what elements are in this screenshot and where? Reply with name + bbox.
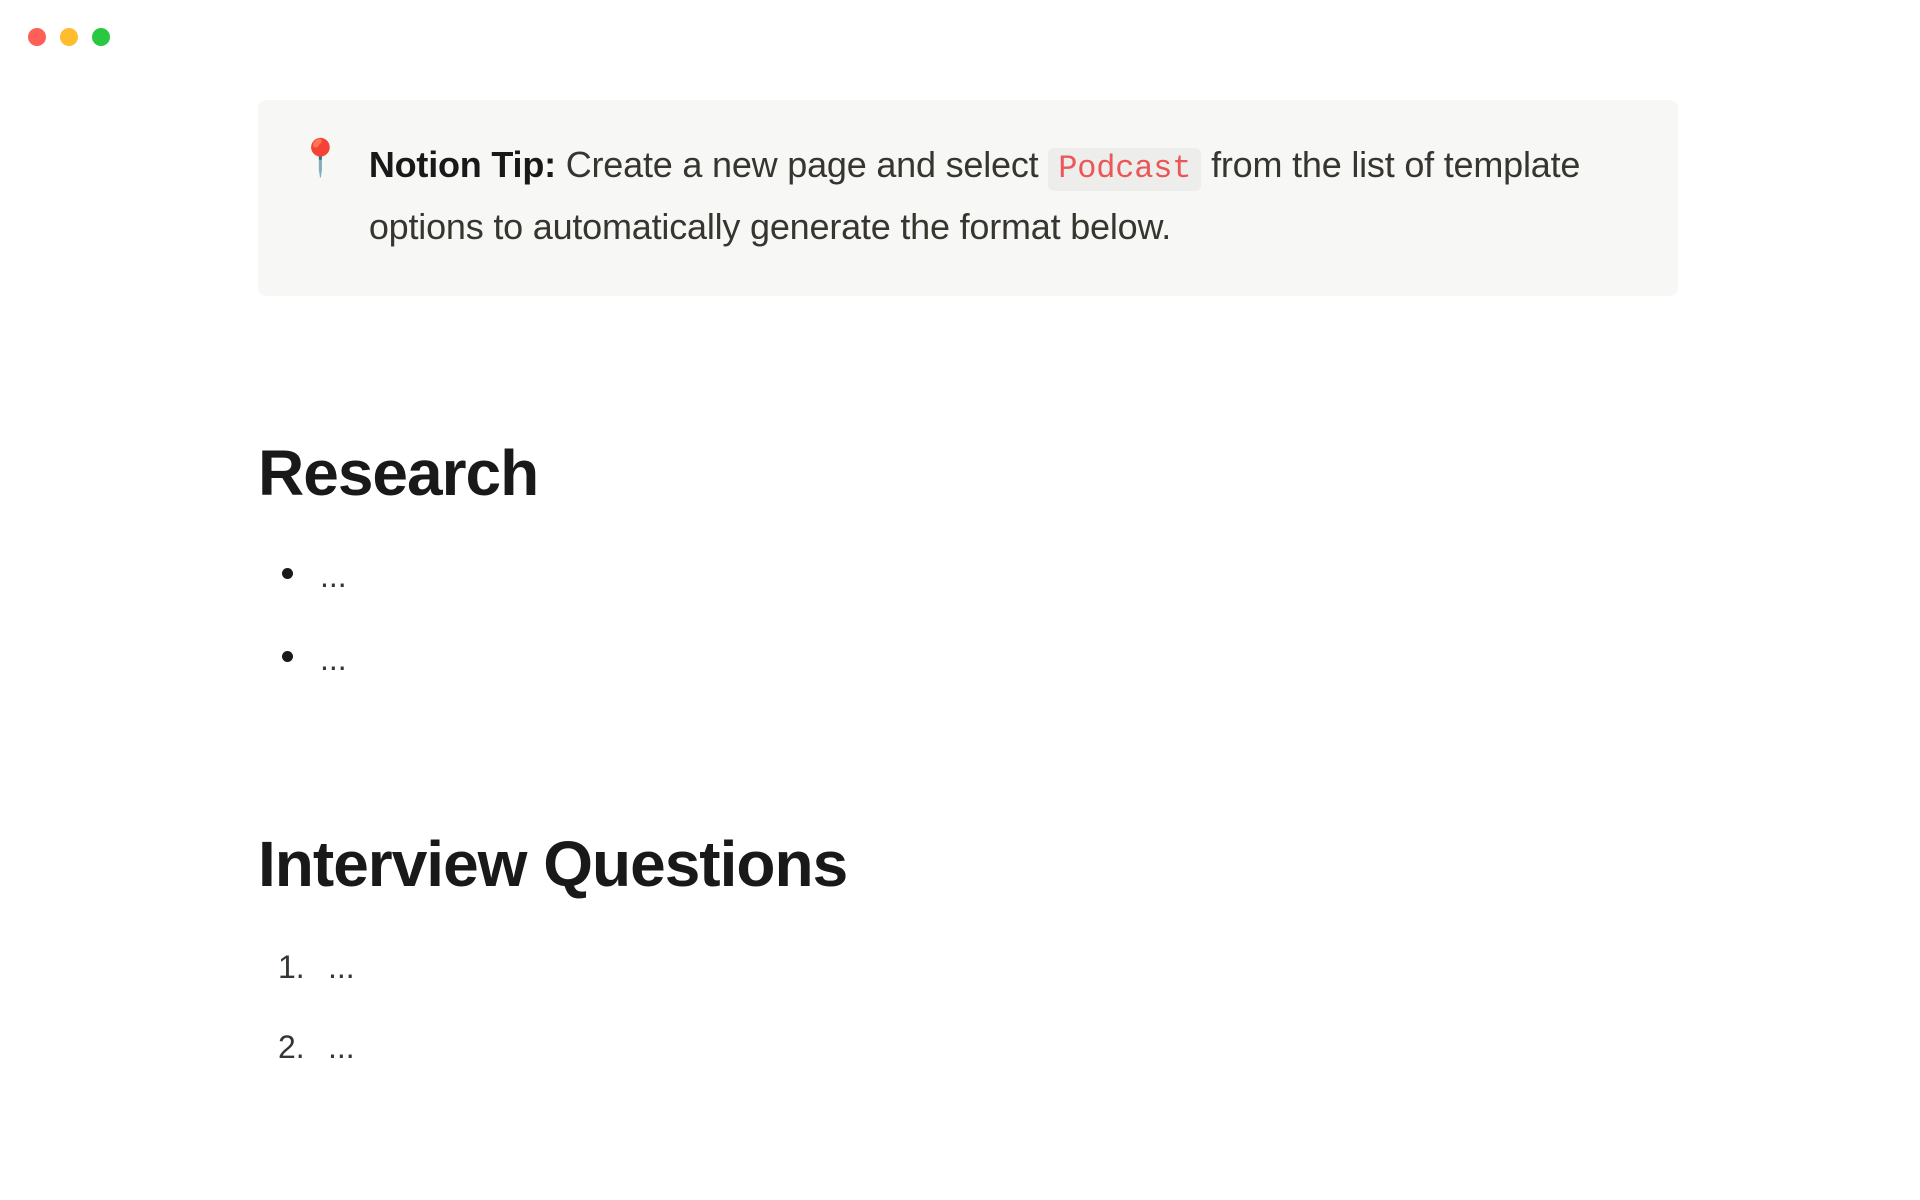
list-item[interactable]: ... — [278, 1025, 1678, 1070]
tip-callout-text: Notion Tip: Create a new page and select… — [369, 134, 1638, 258]
tip-text-before: Create a new page and select — [556, 144, 1048, 185]
document-body: 📍 Notion Tip: Create a new page and sele… — [258, 100, 1678, 1106]
tip-inline-code: Podcast — [1048, 148, 1201, 191]
list-item[interactable]: ... — [278, 637, 1678, 682]
interview-questions-list: ... ... — [258, 945, 1678, 1071]
window-minimize-icon[interactable] — [60, 28, 78, 46]
tip-label: Notion Tip: — [369, 144, 556, 185]
heading-interview-questions[interactable]: Interview Questions — [258, 827, 1678, 901]
heading-research[interactable]: Research — [258, 436, 1678, 510]
list-item[interactable]: ... — [278, 945, 1678, 990]
pin-icon: 📍 — [298, 136, 343, 179]
list-item[interactable]: ... — [278, 554, 1678, 599]
window-controls — [28, 28, 110, 46]
window-zoom-icon[interactable] — [92, 28, 110, 46]
window-close-icon[interactable] — [28, 28, 46, 46]
research-list: ... ... — [258, 554, 1678, 682]
tip-callout[interactable]: 📍 Notion Tip: Create a new page and sele… — [258, 100, 1678, 296]
